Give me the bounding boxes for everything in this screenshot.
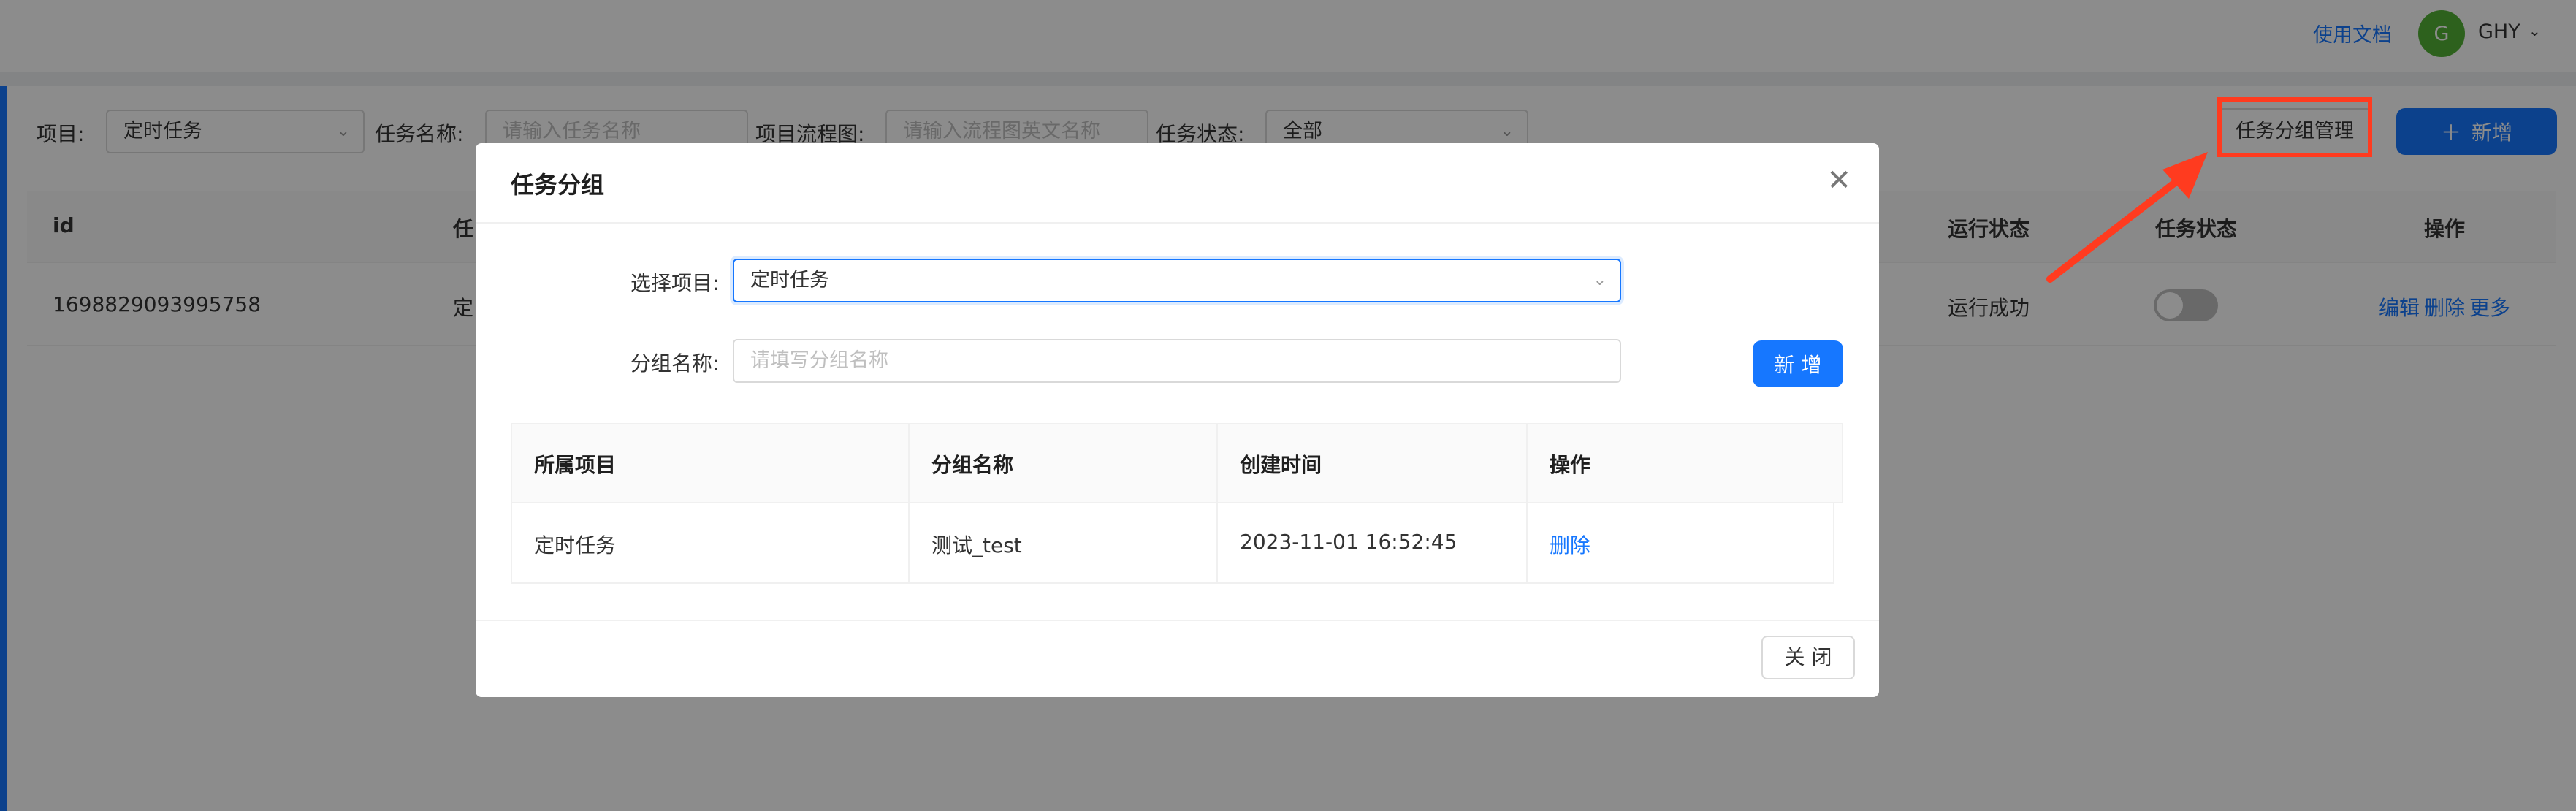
table-row xyxy=(511,503,1834,584)
group-table-header xyxy=(511,423,1843,503)
close-button[interactable]: 关 闭 xyxy=(1761,636,1855,679)
delete-group-link[interactable]: 删除 xyxy=(1550,530,1590,559)
column-divider xyxy=(1216,423,1218,584)
modal-header: 任务分组 ✕ xyxy=(476,143,1879,224)
cell-project: 定时任务 xyxy=(534,533,617,557)
add-group-button[interactable]: 新 增 xyxy=(1753,340,1843,387)
select-project-label: 选择项目: xyxy=(630,271,720,295)
col-actions: 操作 xyxy=(1550,453,1591,477)
chevron-down-icon: ⌄ xyxy=(1593,271,1607,289)
col-project: 所属项目 xyxy=(534,453,617,477)
column-divider xyxy=(1526,423,1528,584)
cell-group-name: 测试_test xyxy=(931,533,1022,557)
group-name-input[interactable]: 请填写分组名称 xyxy=(733,339,1621,383)
group-name-placeholder: 请填写分组名称 xyxy=(750,349,888,372)
modal-project-select[interactable]: 定时任务 ⌄ xyxy=(733,259,1621,302)
task-group-modal: 任务分组 ✕ 选择项目: 定时任务 ⌄ 分组名称: 请填写分组名称 新 增 所属… xyxy=(476,143,1879,697)
modal-title: 任务分组 xyxy=(511,171,605,199)
col-group-name: 分组名称 xyxy=(931,453,1014,477)
close-icon[interactable]: ✕ xyxy=(1826,164,1851,197)
group-name-label: 分组名称: xyxy=(630,351,720,376)
col-created: 创建时间 xyxy=(1240,453,1322,477)
column-divider xyxy=(908,423,910,584)
cell-created: 2023-11-01 16:52:45 xyxy=(1240,530,1457,554)
modal-project-value: 定时任务 xyxy=(750,269,829,292)
modal-footer-divider xyxy=(476,620,1879,621)
